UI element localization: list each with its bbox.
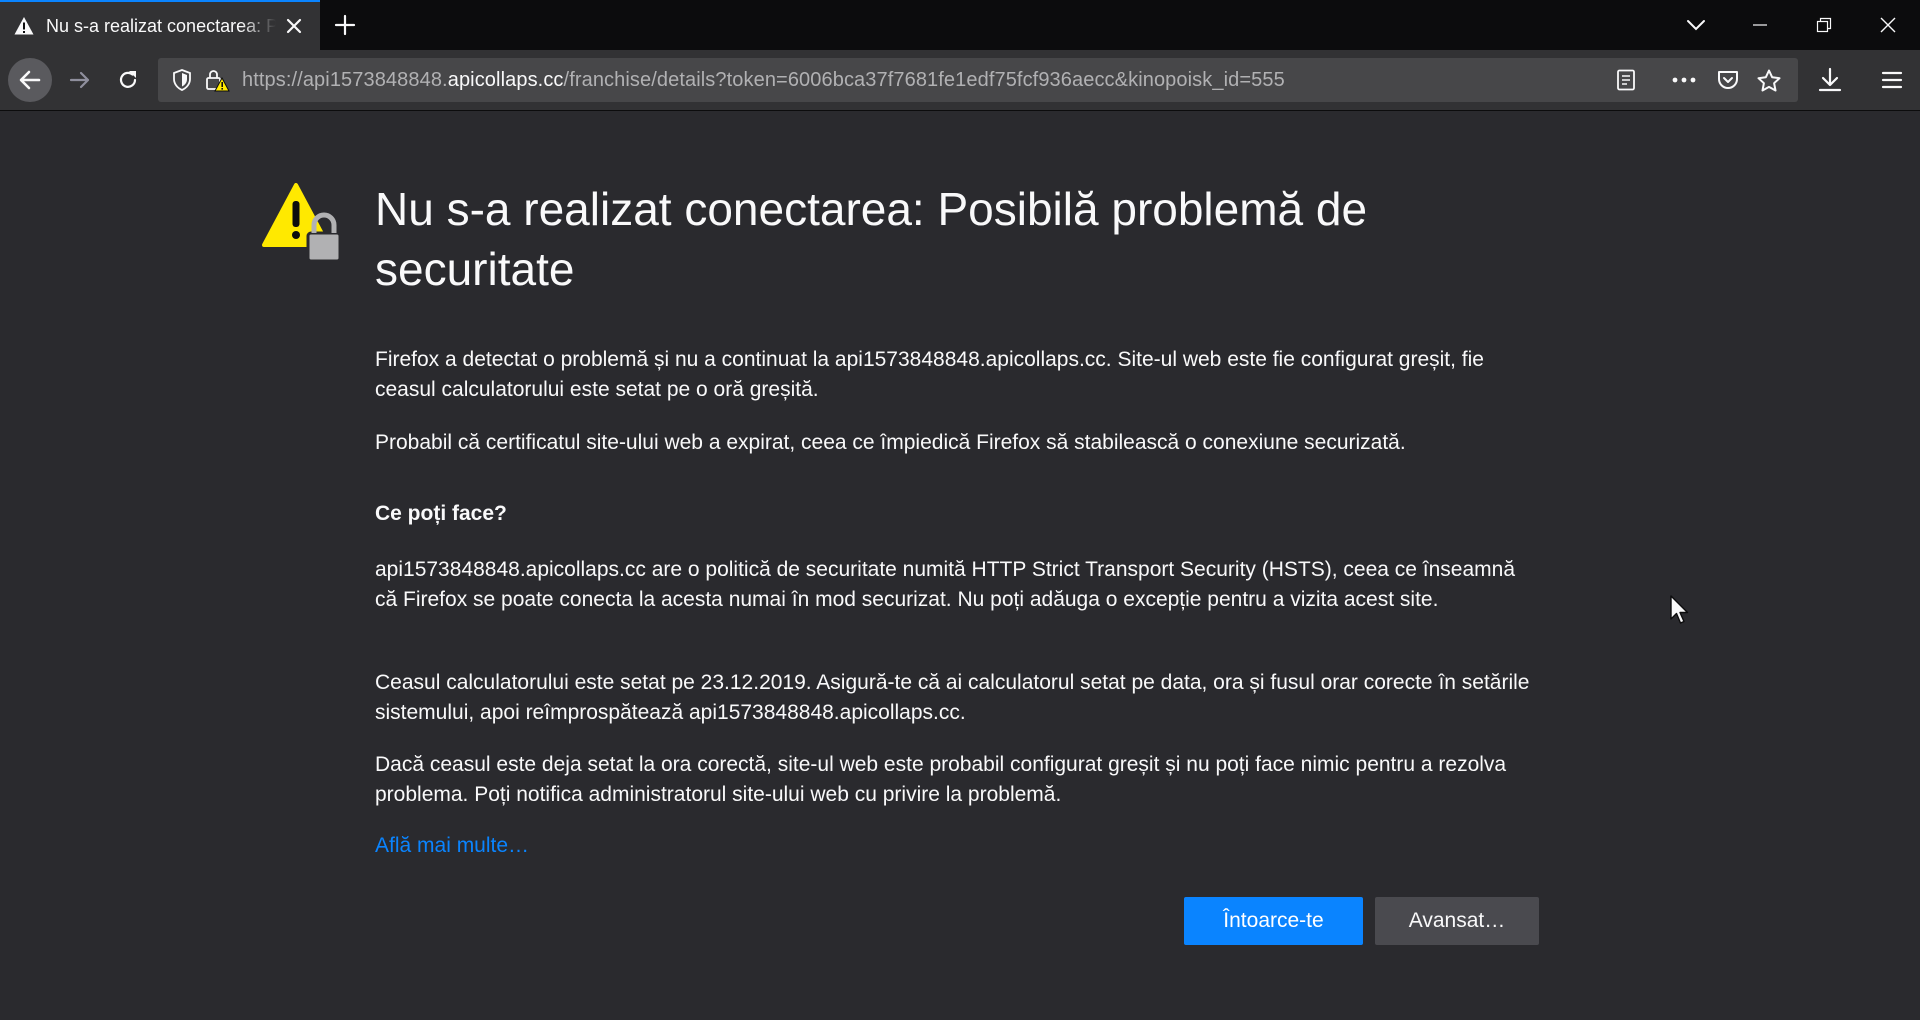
warning-icon xyxy=(14,17,34,35)
plus-icon xyxy=(334,14,356,36)
tab-strip: Nu s-a realizat conectarea: Posibilă pro… xyxy=(0,0,1920,50)
minimize-button[interactable] xyxy=(1728,0,1792,50)
url-suffix: /franchise/details?token=6006bca37f7681f… xyxy=(563,68,1285,91)
what-can-you-do-heading: Ce poți face? xyxy=(375,502,507,525)
close-tab-icon[interactable] xyxy=(282,14,306,38)
error-cert-expired-text: Probabil că certificatul site-ului web a… xyxy=(375,431,1406,454)
minimize-icon xyxy=(1753,24,1767,26)
error-page: Nu s-a realizat conectarea: Posibilă pro… xyxy=(0,111,1920,1020)
forward-button[interactable] xyxy=(58,58,102,102)
bookmark-star-icon[interactable] xyxy=(1756,68,1782,94)
page-actions-more-icon[interactable] xyxy=(1670,68,1698,92)
security-warning-icon xyxy=(262,183,342,263)
mouse-cursor-icon xyxy=(1670,595,1689,624)
url-prefix: https://api1573848848. xyxy=(242,68,448,91)
arrow-right-icon xyxy=(69,71,90,89)
close-window-button[interactable] xyxy=(1856,0,1920,50)
advanced-button[interactable]: Avansat… xyxy=(1375,897,1539,945)
go-back-button[interactable]: Întoarce-te xyxy=(1184,897,1363,945)
hsts-explanation: api1573848848.apicollaps.cc are o politi… xyxy=(375,558,1516,611)
error-title: Nu s-a realizat conectarea: Posibilă pro… xyxy=(375,183,1368,295)
reload-button[interactable] xyxy=(106,58,150,102)
url-bar[interactable]: https://api1573848848.apicollaps.cc/fran… xyxy=(158,58,1798,102)
tab-title: Nu s-a realizat conectarea: Posibilă pro… xyxy=(46,15,276,36)
restore-button[interactable] xyxy=(1792,0,1856,50)
url-host: apicollaps.cc xyxy=(447,68,564,91)
misconfigured-explanation: Dacă ceasul este deja setat la ora corec… xyxy=(375,753,1507,806)
url-text[interactable]: https://api1573848848.apicollaps.cc/fran… xyxy=(242,69,1285,92)
list-all-tabs-button[interactable] xyxy=(1664,0,1728,50)
chevron-down-icon xyxy=(1687,20,1705,31)
learn-more-link[interactable]: Află mai multe… xyxy=(375,834,529,858)
error-description: Firefox a detectat o problemă și nu a co… xyxy=(375,348,1484,401)
hamburger-menu-icon[interactable] xyxy=(1878,66,1906,94)
insecure-lock-icon[interactable] xyxy=(204,68,230,92)
restore-icon xyxy=(1816,17,1832,33)
close-icon xyxy=(1880,17,1896,33)
downloads-icon[interactable] xyxy=(1816,66,1844,94)
reader-view-icon[interactable] xyxy=(1614,68,1638,92)
back-button[interactable] xyxy=(8,58,52,102)
clock-explanation: Ceasul calculatorului este setat pe 23.1… xyxy=(375,671,1530,724)
tracking-protection-shield-icon[interactable] xyxy=(170,68,194,92)
navigation-toolbar: https://api1573848848.apicollaps.cc/fran… xyxy=(0,50,1920,111)
reload-icon xyxy=(119,71,137,88)
new-tab-button[interactable] xyxy=(320,0,370,50)
arrow-left-icon xyxy=(19,70,41,90)
tab-active[interactable]: Nu s-a realizat conectarea: Posibilă pro… xyxy=(0,0,320,50)
pocket-icon[interactable] xyxy=(1716,68,1740,92)
